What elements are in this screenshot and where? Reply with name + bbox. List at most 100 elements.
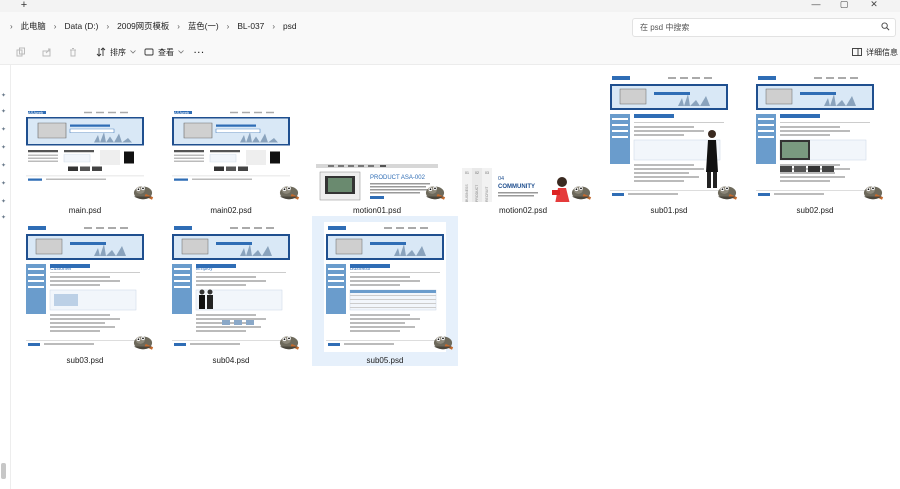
thumb-section-title: Employ [196, 266, 213, 272]
view-label: 查看 [158, 47, 174, 57]
pin-icon: ✦ [1, 163, 7, 169]
pin-icon: ✦ [1, 145, 7, 151]
gimp-app-icon [279, 336, 300, 350]
scrollbar-thumb[interactable] [1, 463, 6, 479]
file-item[interactable]: ASAweb sub02.psd [742, 66, 888, 216]
breadcrumb-item-data-drive[interactable]: Data (D:) [64, 21, 98, 31]
maximize-button[interactable]: ▢ [836, 0, 852, 10]
file-thumbnail: ASAweb Customer [24, 222, 146, 352]
pin-icon: ✦ [1, 93, 7, 99]
address-bar: › 此电脑 › Data (D:) › 2009网页模板 › 蓝色(一) › B… [0, 12, 900, 41]
details-pane-icon [852, 48, 862, 56]
file-item-selected[interactable]: ASAweb Business sub05.psd [312, 216, 458, 366]
gimp-app-icon [279, 186, 300, 200]
file-thumbnail: ASAweb [754, 72, 876, 202]
thumb-tab-num: 02 [475, 171, 479, 175]
pin-icon: ✦ [1, 181, 7, 187]
breadcrumb-item-bl-037[interactable]: BL-037 [237, 21, 264, 31]
command-bar: 排序 查看 ··· 详细信息 [0, 40, 900, 65]
view-icon [144, 48, 154, 56]
file-thumbnail: ASAweb [608, 72, 730, 202]
breadcrumb-item-2009-templates[interactable]: 2009网页模板 [117, 20, 169, 32]
file-thumbnail: ASAweb [170, 107, 292, 202]
view-button[interactable]: 查看 [144, 45, 184, 59]
pin-icon: ✦ [1, 109, 7, 115]
file-name: sub01.psd [650, 206, 688, 215]
file-thumbnail: ASAweb [24, 107, 146, 202]
thumb-logo-text: ASAweb [174, 110, 190, 115]
thumb-tab-num: 03 [485, 171, 489, 175]
gimp-app-icon [571, 186, 592, 200]
close-button[interactable]: ✕ [866, 0, 882, 10]
thumb-logo-text: ASAweb [328, 226, 344, 231]
details-pane-button[interactable]: 详细信息 [852, 45, 898, 59]
thumb-community-num: 04 [498, 176, 504, 182]
thumb-logo-text: ASAweb [612, 76, 628, 81]
thumb-logo-text: ASAweb [174, 226, 190, 231]
minimize-button[interactable]: — [808, 0, 824, 10]
breadcrumb-chevron-icon[interactable]: › [106, 22, 109, 31]
breadcrumb: › 此电脑 › Data (D:) › 2009网页模板 › 蓝色(一) › B… [10, 20, 297, 32]
thumb-tab-num: 01 [465, 171, 469, 175]
thumb-community-title: COMMUNITY [498, 184, 535, 190]
breadcrumb-chevron-icon[interactable]: › [272, 22, 275, 31]
file-thumbnail: PRODUCT ASA-002 [316, 164, 438, 202]
file-thumbnail: ASAweb Business [324, 222, 446, 352]
search-input[interactable]: 在 psd 中搜索 [632, 18, 896, 37]
gimp-app-icon [433, 336, 454, 350]
breadcrumb-chevron-icon[interactable]: › [54, 22, 57, 31]
breadcrumb-item-blue-one[interactable]: 蓝色(一) [188, 20, 219, 32]
thumb-product-title: PRODUCT ASA-002 [370, 175, 426, 181]
thumb-logo-text: ASAweb [28, 110, 44, 115]
gimp-app-icon [133, 186, 154, 200]
breadcrumb-chevron-icon[interactable]: › [10, 22, 13, 31]
chevron-down-icon [130, 50, 136, 54]
thumb-tab-label: RECRUIT [485, 186, 489, 202]
thumb-section-title: Business [350, 266, 371, 272]
copy-button[interactable] [16, 45, 26, 59]
file-name: sub02.psd [796, 206, 834, 215]
file-item[interactable]: PRODUCT ASA-002 motion01.psd [304, 66, 450, 216]
new-tab-button[interactable]: + [18, 0, 30, 12]
file-item[interactable]: ASAweb Customer sub03.psd [12, 216, 158, 366]
thumb-tab-label: BUSINESS [465, 184, 469, 202]
breadcrumb-item-this-pc[interactable]: 此电脑 [21, 20, 46, 32]
thumb-section-title: Customer [50, 266, 72, 272]
share-button[interactable] [42, 45, 52, 59]
gimp-app-icon [863, 186, 884, 200]
file-thumbnail: 01 02 03 BUSINESS PRODUCT RECRUIT 04 COM… [462, 168, 584, 202]
file-name: motion01.psd [352, 206, 402, 215]
file-name: sub04.psd [212, 356, 250, 365]
more-options-button[interactable]: ··· [194, 45, 205, 59]
pin-icon: ✦ [1, 127, 7, 133]
file-name: sub03.psd [66, 356, 104, 365]
thumb-logo-text: ASAweb [28, 226, 44, 231]
navigation-pane: ✦ ✦ ✦ ✦ ✦ ✦ ✦ ✦ [0, 65, 11, 489]
file-name: main.psd [68, 206, 102, 215]
gimp-app-icon [425, 186, 446, 200]
delete-button[interactable] [68, 45, 78, 59]
file-item[interactable]: ASAweb sub01.psd [596, 66, 742, 216]
gimp-app-icon [717, 186, 738, 200]
breadcrumb-chevron-icon[interactable]: › [227, 22, 230, 31]
file-item[interactable]: ASAweb main.psd [12, 66, 158, 216]
file-item[interactable]: ASAweb Employ sub04.psd [158, 216, 304, 366]
file-name: motion02.psd [498, 206, 548, 215]
pin-icon: ✦ [1, 199, 7, 205]
details-label: 详细信息 [866, 47, 898, 57]
share-icon [42, 48, 51, 57]
chevron-down-icon [178, 50, 184, 54]
file-name: main02.psd [210, 206, 252, 215]
gimp-app-icon [133, 336, 154, 350]
file-item[interactable]: 01 02 03 BUSINESS PRODUCT RECRUIT 04 COM… [450, 66, 596, 216]
sort-label: 排序 [110, 47, 126, 57]
search-icon[interactable] [881, 22, 890, 31]
pin-icon: ✦ [1, 215, 7, 221]
file-thumbnail: ASAweb Employ [170, 222, 292, 352]
search-placeholder: 在 psd 中搜索 [640, 23, 690, 32]
sort-button[interactable]: 排序 [96, 45, 136, 59]
breadcrumb-chevron-icon[interactable]: › [177, 22, 180, 31]
trash-icon [70, 48, 76, 57]
file-item[interactable]: ASAweb main02.psd [158, 66, 304, 216]
breadcrumb-item-psd[interactable]: psd [283, 21, 297, 31]
